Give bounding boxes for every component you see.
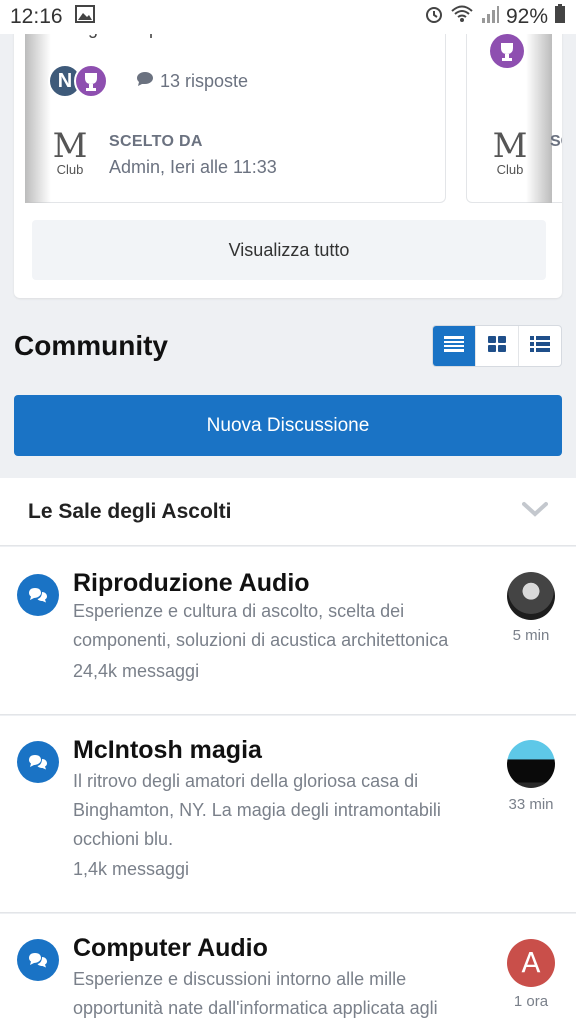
chevron-down-icon[interactable] [522, 501, 548, 522]
forum-chat-icon [17, 741, 59, 783]
view-mode-toggle [432, 325, 562, 367]
forum-row[interactable]: Riproduzione Audio Esperienze e cultura … [0, 547, 576, 715]
category-header[interactable]: Le Sale degli Ascolti [0, 478, 576, 546]
chosen-by-label: SCELTO DA [550, 133, 562, 150]
category-title: Le Sale degli Ascolti [28, 499, 232, 523]
replies-label: 13 risposte [160, 71, 249, 91]
last-post-time[interactable]: 33 min [490, 796, 572, 813]
featured-topics-card: consigliati in passato dai membri della.… [14, 0, 562, 298]
forum-title[interactable]: Computer Audio [73, 934, 268, 963]
club-logo: M Club [52, 126, 88, 177]
comment-icon [136, 71, 154, 92]
club-logo-text: Club [56, 162, 84, 177]
forum-description: Esperienze e cultura di ascolto, scelta … [73, 601, 449, 650]
alarm-icon [424, 4, 444, 30]
club-logo-mark: M [492, 126, 528, 166]
forum-post-count: 24,4k messaggi [73, 661, 200, 681]
participants-avatars: N [48, 64, 118, 100]
trophy-avatar-icon[interactable] [490, 34, 524, 68]
forum-chat-icon [17, 939, 59, 981]
last-post-time[interactable]: 5 min [490, 627, 572, 644]
replies-count[interactable]: 13 risposte [136, 71, 248, 92]
forum-title[interactable]: Riproduzione Audio [73, 569, 310, 598]
forum-post-count: 1,4k messaggi [73, 859, 190, 879]
status-time: 12:16 [10, 5, 63, 28]
forum-description: Il ritrovo degli amatori della gloriosa … [73, 771, 441, 849]
view-all-button[interactable]: Visualizza tutto [32, 220, 546, 280]
avatar[interactable]: A [507, 939, 555, 987]
new-discussion-button[interactable]: Nuova Discussione [14, 395, 562, 456]
battery-percent: 92% [505, 5, 548, 28]
list-icon [529, 335, 551, 358]
image-notification-icon [74, 5, 95, 29]
forum-row[interactable]: McIntosh magia Il ritrovo degli amatori … [0, 716, 576, 913]
forum-chat-icon [17, 574, 59, 616]
forum-description: Esperienze e discussioni intorno alle mi… [73, 969, 438, 1018]
club-logo: M Club [492, 126, 528, 177]
table-view-button[interactable] [433, 326, 475, 366]
avatar[interactable] [507, 740, 555, 788]
chosen-by-label: SCELTO DA [109, 133, 203, 150]
trophy-avatar-icon[interactable] [74, 64, 108, 98]
page-title: Community [14, 330, 168, 361]
wifi-icon [450, 4, 474, 30]
club-logo-text: Club [496, 162, 524, 177]
forum-title[interactable]: McIntosh magia [73, 736, 262, 765]
list-view-button[interactable] [518, 326, 561, 366]
battery-icon [554, 4, 566, 30]
club-logo-mark: M [52, 126, 88, 166]
last-post-time[interactable]: 1 ora [490, 993, 572, 1010]
signal-icon [480, 4, 500, 30]
grid-view-button[interactable] [475, 326, 518, 366]
chosen-by-info[interactable]: Admin, Ieri alle 11:33 [109, 157, 277, 178]
forum-row[interactable]: Computer Audio Esperienze e discussioni … [0, 914, 576, 1024]
list-rows-icon [443, 335, 465, 358]
status-bar: 12:16 92% [0, 0, 576, 34]
avatar[interactable] [507, 572, 555, 620]
grid-icon [487, 335, 507, 358]
